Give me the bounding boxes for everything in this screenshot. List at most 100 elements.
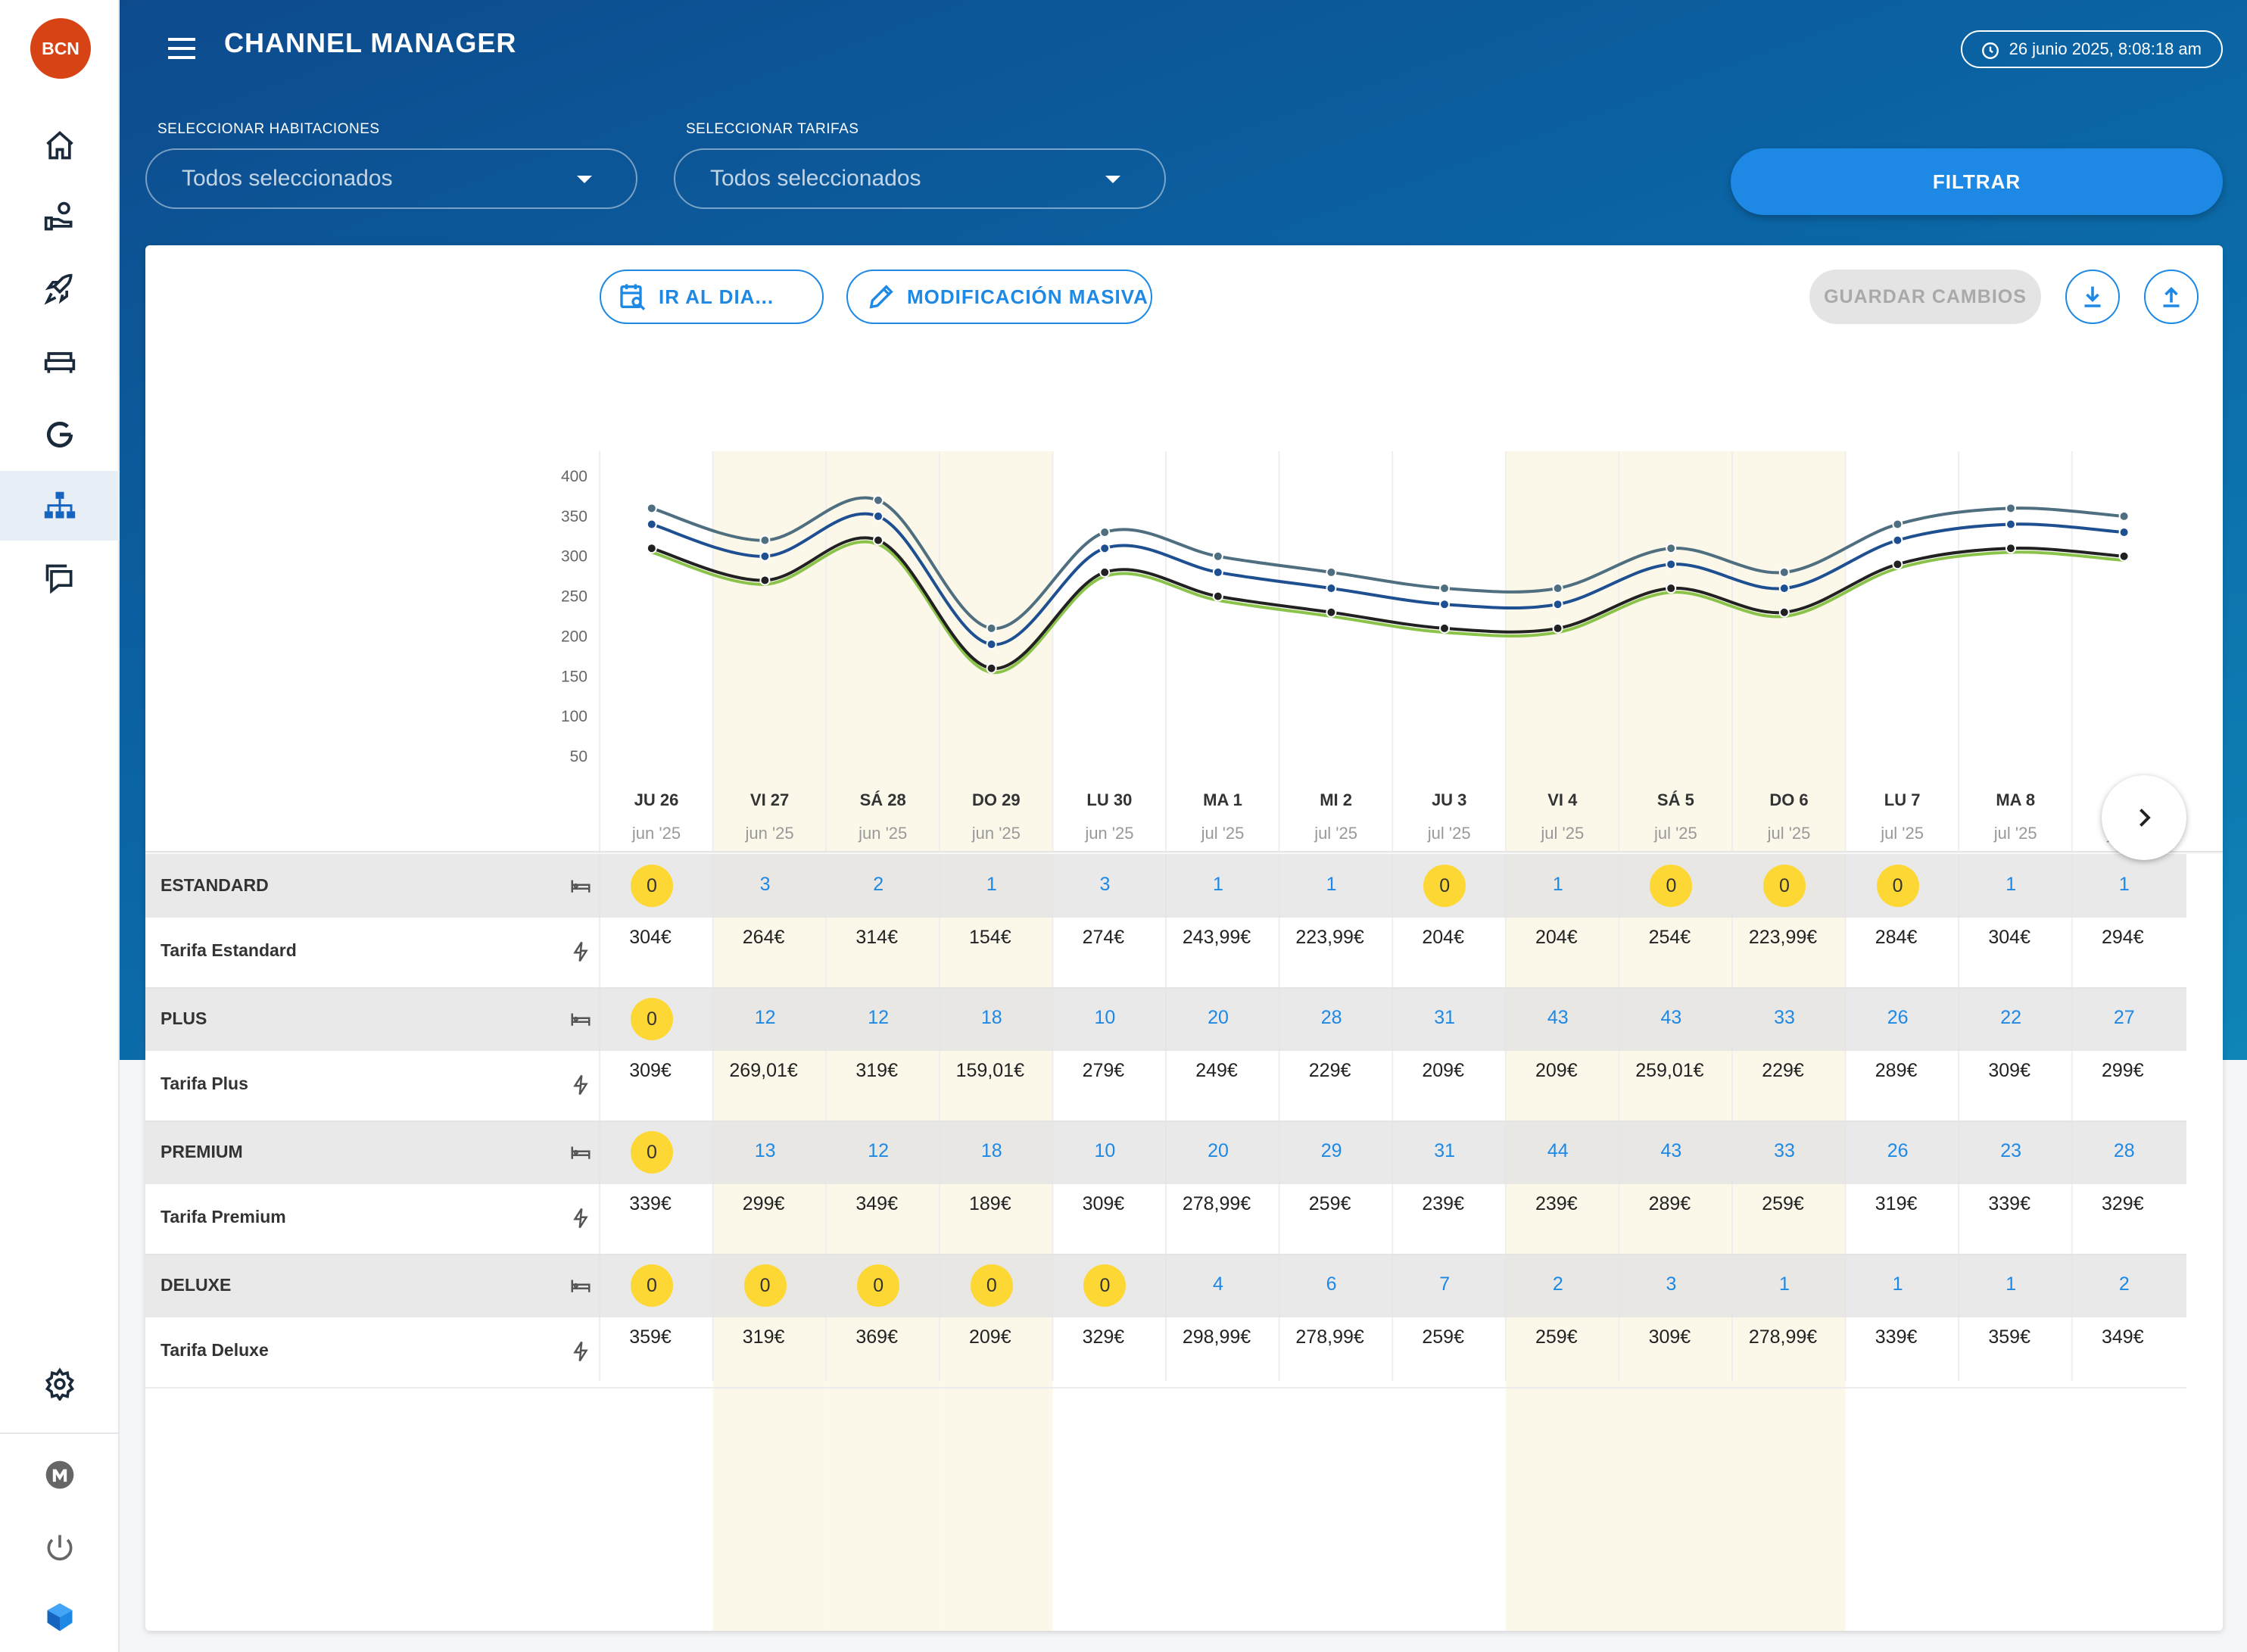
- home-icon[interactable]: [0, 111, 120, 180]
- availability-cell[interactable]: 28: [2068, 1140, 2181, 1162]
- date-header[interactable]: VI 27 jun '25: [713, 790, 827, 843]
- power-icon[interactable]: [0, 1513, 120, 1582]
- availability-cell[interactable]: 1: [1161, 874, 1275, 896]
- availability-cell[interactable]: 28: [1275, 1007, 1388, 1029]
- download-button[interactable]: [2065, 270, 2120, 324]
- price-cell[interactable]: 314€: [820, 927, 933, 949]
- availability-cell[interactable]: 4: [1161, 1273, 1275, 1295]
- date-header[interactable]: JU 26 jun '25: [600, 790, 713, 843]
- price-cell[interactable]: 269,01€: [707, 1060, 821, 1082]
- availability-cell[interactable]: 0: [935, 1264, 1049, 1307]
- availability-cell[interactable]: 2: [2068, 1273, 2181, 1295]
- date-header[interactable]: MA 8 jul '25: [1959, 790, 2072, 843]
- availability-cell[interactable]: 0: [1388, 865, 1501, 907]
- price-cell[interactable]: 309€: [1613, 1326, 1726, 1348]
- price-cell[interactable]: 259€: [1386, 1326, 1500, 1348]
- availability-cell[interactable]: 12: [821, 1007, 935, 1029]
- price-cell[interactable]: 319€: [820, 1060, 933, 1082]
- price-cell[interactable]: 349€: [820, 1193, 933, 1215]
- price-cell[interactable]: 204€: [1386, 927, 1500, 949]
- next-dates-button[interactable]: [2102, 775, 2186, 860]
- availability-cell[interactable]: 7: [1388, 1273, 1501, 1295]
- availability-cell[interactable]: 43: [1501, 1007, 1615, 1029]
- availability-cell[interactable]: 0: [595, 998, 709, 1040]
- save-changes-button[interactable]: GUARDAR CAMBIOS: [1809, 270, 2041, 324]
- availability-cell[interactable]: 33: [1728, 1007, 1841, 1029]
- price-cell[interactable]: 254€: [1613, 927, 1726, 949]
- availability-cell[interactable]: 0: [595, 1264, 709, 1307]
- price-cell[interactable]: 259,01€: [1613, 1060, 1726, 1082]
- price-cell[interactable]: 309€: [1046, 1193, 1160, 1215]
- date-header[interactable]: SÁ 28 jun '25: [826, 790, 940, 843]
- price-cell[interactable]: 209€: [1500, 1060, 1613, 1082]
- price-cell[interactable]: 264€: [707, 927, 821, 949]
- price-cell[interactable]: 189€: [933, 1193, 1047, 1215]
- price-cell[interactable]: 319€: [707, 1326, 821, 1348]
- availability-cell[interactable]: 0: [1728, 865, 1841, 907]
- google-icon[interactable]: [0, 400, 120, 469]
- price-cell[interactable]: 154€: [933, 927, 1047, 949]
- price-cell[interactable]: 278,99€: [1726, 1326, 1840, 1348]
- availability-cell[interactable]: 23: [1954, 1140, 2068, 1162]
- date-header[interactable]: MI 2 jul '25: [1279, 790, 1393, 843]
- price-cell[interactable]: 274€: [1046, 927, 1160, 949]
- availability-cell[interactable]: 13: [709, 1140, 822, 1162]
- availability-cell[interactable]: 12: [821, 1140, 935, 1162]
- availability-cell[interactable]: 1: [1954, 1273, 2068, 1295]
- date-header[interactable]: MA 1 jul '25: [1166, 790, 1279, 843]
- availability-cell[interactable]: 31: [1388, 1140, 1501, 1162]
- availability-cell[interactable]: 22: [1954, 1007, 2068, 1029]
- price-cell[interactable]: 304€: [1952, 927, 2066, 949]
- settings-icon[interactable]: [0, 1349, 120, 1419]
- filter-button[interactable]: FILTRAR: [1731, 148, 2223, 215]
- rooms-select[interactable]: Todos seleccionados: [145, 148, 637, 209]
- availability-cell[interactable]: 1: [1501, 874, 1615, 896]
- availability-cell[interactable]: 1: [1275, 874, 1388, 896]
- availability-cell[interactable]: 20: [1161, 1140, 1275, 1162]
- price-cell[interactable]: 294€: [2066, 927, 2180, 949]
- availability-cell[interactable]: 1: [1841, 1273, 1955, 1295]
- price-cell[interactable]: 309€: [594, 1060, 707, 1082]
- availability-cell[interactable]: 43: [1614, 1007, 1728, 1029]
- availability-cell[interactable]: 31: [1388, 1007, 1501, 1029]
- goto-day-button[interactable]: IR AL DIA...: [600, 270, 824, 324]
- price-cell[interactable]: 259€: [1500, 1326, 1613, 1348]
- bed-icon[interactable]: [0, 327, 120, 397]
- price-cell[interactable]: 204€: [1500, 927, 1613, 949]
- availability-cell[interactable]: 18: [935, 1140, 1049, 1162]
- rates-select[interactable]: Todos seleccionados: [674, 148, 1166, 209]
- price-cell[interactable]: 209€: [933, 1326, 1047, 1348]
- availability-cell[interactable]: 3: [1048, 874, 1161, 896]
- price-cell[interactable]: 289€: [1613, 1193, 1726, 1215]
- availability-cell[interactable]: 27: [2068, 1007, 2181, 1029]
- menu-icon[interactable]: [165, 33, 198, 64]
- date-header[interactable]: LU 7 jul '25: [1846, 790, 1959, 843]
- availability-cell[interactable]: 0: [1841, 865, 1955, 907]
- price-cell[interactable]: 349€: [2066, 1326, 2180, 1348]
- hand-user-icon[interactable]: [0, 182, 120, 251]
- price-cell[interactable]: 239€: [1500, 1193, 1613, 1215]
- price-cell[interactable]: 304€: [594, 927, 707, 949]
- date-header[interactable]: SÁ 5 jul '25: [1619, 790, 1732, 843]
- price-cell[interactable]: 278,99€: [1160, 1193, 1273, 1215]
- price-cell[interactable]: 329€: [2066, 1193, 2180, 1215]
- price-cell[interactable]: 359€: [594, 1326, 707, 1348]
- price-cell[interactable]: 339€: [1952, 1193, 2066, 1215]
- availability-cell[interactable]: 0: [821, 1264, 935, 1307]
- availability-cell[interactable]: 26: [1841, 1007, 1955, 1029]
- availability-cell[interactable]: 0: [595, 1131, 709, 1174]
- upload-button[interactable]: [2144, 270, 2199, 324]
- availability-cell[interactable]: 33: [1728, 1140, 1841, 1162]
- availability-cell[interactable]: 1: [1728, 1273, 1841, 1295]
- price-cell[interactable]: 339€: [1840, 1326, 1953, 1348]
- availability-cell[interactable]: 18: [935, 1007, 1049, 1029]
- price-cell[interactable]: 259€: [1273, 1193, 1387, 1215]
- date-header[interactable]: DO 29 jun '25: [940, 790, 1053, 843]
- availability-cell[interactable]: 12: [709, 1007, 822, 1029]
- availability-cell[interactable]: 0: [1048, 1264, 1161, 1307]
- availability-cell[interactable]: 0: [595, 865, 709, 907]
- price-cell[interactable]: 229€: [1726, 1060, 1840, 1082]
- availability-cell[interactable]: 0: [1614, 865, 1728, 907]
- price-cell[interactable]: 209€: [1386, 1060, 1500, 1082]
- availability-cell[interactable]: 29: [1275, 1140, 1388, 1162]
